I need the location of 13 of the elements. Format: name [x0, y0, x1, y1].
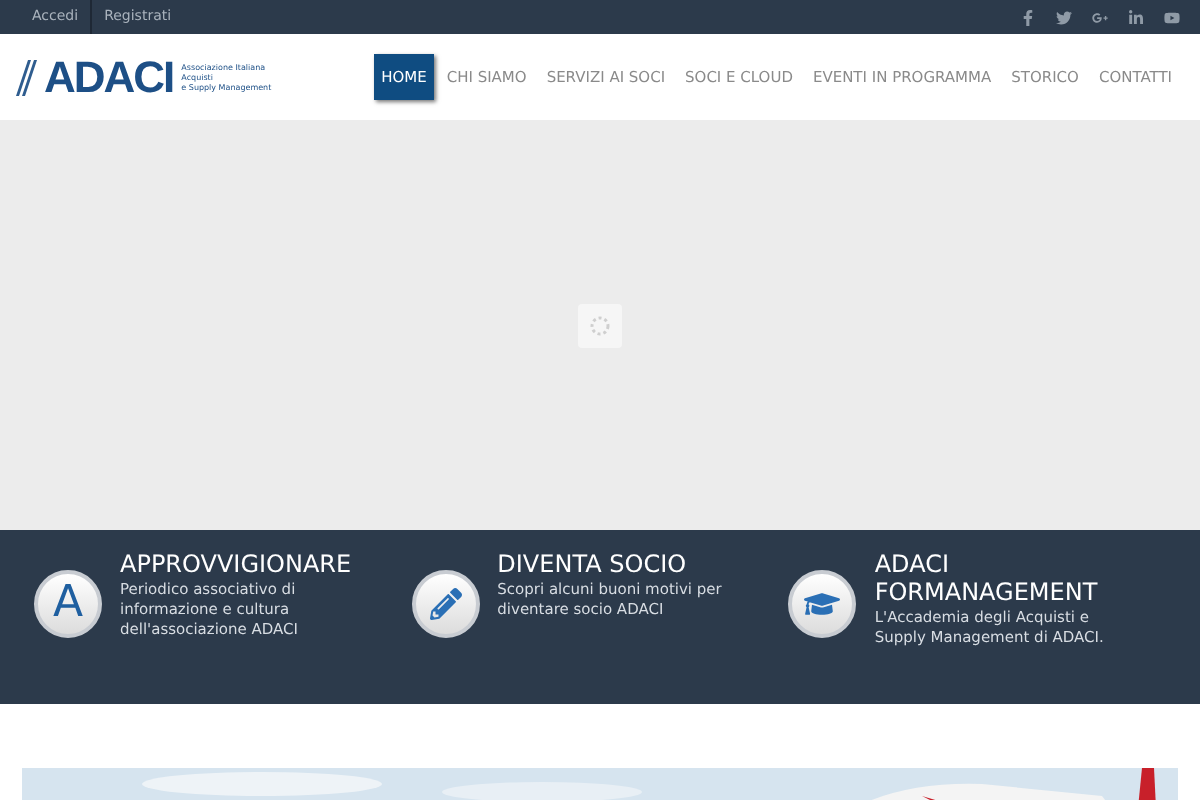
- feature-title[interactable]: DIVENTA SOCIO: [497, 550, 748, 578]
- stripes-icon: [16, 59, 40, 95]
- twitter-icon[interactable]: [1056, 9, 1072, 25]
- loading-spinner: [578, 303, 622, 347]
- logo-wordmark: ADACI: [44, 55, 174, 99]
- google-plus-icon[interactable]: [1092, 9, 1108, 25]
- linkedin-icon[interactable]: [1128, 9, 1144, 25]
- youtube-icon[interactable]: [1164, 9, 1180, 25]
- facebook-icon[interactable]: [1020, 9, 1036, 25]
- letter-icon: A: [52, 582, 84, 626]
- feature-title[interactable]: ADACI FORMANAGEMENT: [874, 550, 1125, 606]
- pencil-icon: [429, 588, 462, 620]
- feature-title[interactable]: APPROVVIGIONARE: [120, 550, 370, 578]
